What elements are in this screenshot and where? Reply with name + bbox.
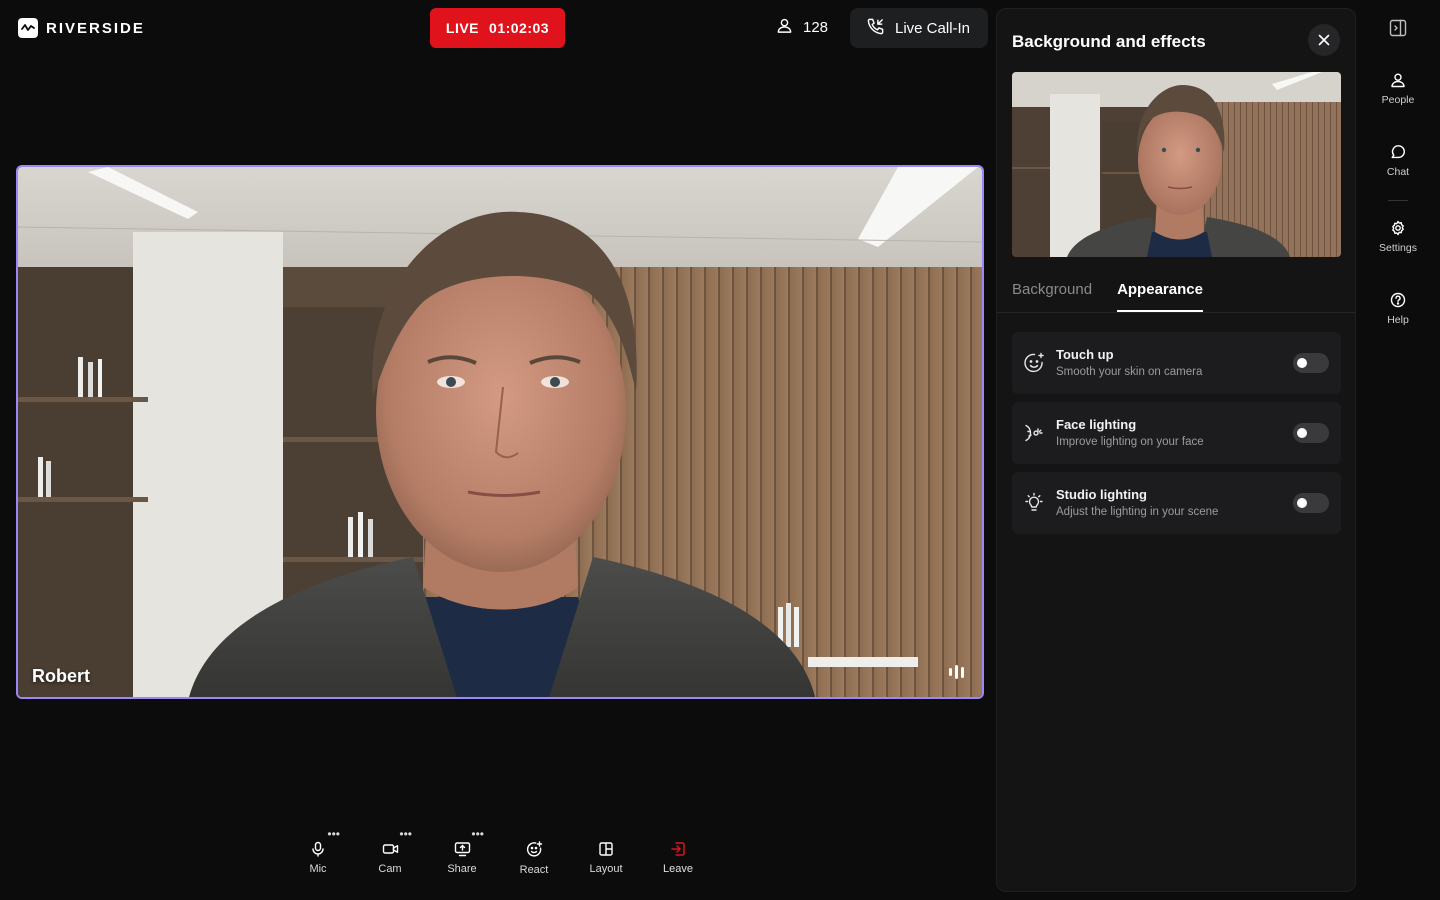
toggle-knob (1297, 498, 1307, 508)
rail-label-chat: Chat (1386, 166, 1410, 178)
rail-label-help: Help (1387, 314, 1409, 326)
emoji-react-icon (526, 840, 542, 857)
mic-icon (312, 841, 324, 857)
app-name: RIVERSIDE (46, 19, 145, 37)
layout-label: Layout (589, 863, 623, 875)
toggle-knob (1297, 358, 1307, 368)
chat-icon (1391, 145, 1405, 159)
touch-up-title: Touch up (1056, 347, 1114, 362)
people-icon (776, 17, 793, 38)
rail-item-people[interactable]: People (1370, 72, 1426, 106)
face-lighting-toggle[interactable] (1293, 423, 1329, 443)
collapse-panel-button[interactable] (1388, 18, 1408, 43)
live-status-badge: LIVE 01:02:03 (430, 8, 565, 48)
share-button[interactable]: ••• Share (426, 828, 498, 886)
phone-incoming-icon (866, 17, 885, 40)
react-button[interactable]: React (498, 830, 570, 886)
touch-up-option: Touch up Smooth your skin on camera (1012, 332, 1341, 394)
face-sparkle-icon (1024, 352, 1044, 373)
participant-name-label: Robert (32, 666, 90, 686)
call-in-label: Live Call-In (895, 19, 971, 37)
people-icon (1391, 73, 1405, 88)
share-options-icon[interactable]: ••• (471, 828, 484, 840)
help-icon (1390, 292, 1406, 308)
camera-icon (382, 844, 398, 854)
live-label: LIVE (445, 20, 480, 36)
close-icon (1318, 34, 1330, 46)
live-timer: 01:02:03 (489, 20, 550, 36)
face-lighting-title: Face lighting (1056, 417, 1137, 432)
rail-label-settings: Settings (1379, 242, 1417, 254)
touch-up-subtitle: Smooth your skin on camera (1056, 366, 1203, 378)
live-call-in-button[interactable]: Live Call-In (850, 8, 988, 48)
rail-divider (1388, 200, 1408, 201)
touch-up-toggle[interactable] (1293, 353, 1329, 373)
rail-item-help[interactable]: Help (1370, 292, 1426, 326)
share-label: Share (447, 863, 477, 875)
gear-icon (1392, 220, 1404, 236)
leave-button[interactable]: Leave (642, 830, 714, 886)
sidebar-toggle-icon (1389, 19, 1407, 37)
leave-label: Leave (663, 863, 693, 875)
audio-level-icon (949, 665, 964, 679)
logo-icon (18, 18, 38, 38)
screen-share-icon (454, 842, 470, 857)
mic-options-icon[interactable]: ••• (327, 828, 340, 840)
face-lighting-option: Face lighting Improve lighting on your f… (1012, 402, 1341, 464)
rail-item-chat[interactable]: Chat (1370, 144, 1426, 178)
mic-button[interactable]: ••• Mic (282, 828, 354, 886)
video-feed (18, 167, 982, 697)
layout-button[interactable]: Layout (570, 830, 642, 886)
cam-options-icon[interactable]: ••• (399, 828, 412, 840)
tab-background[interactable]: Background (1012, 281, 1092, 312)
mic-label: Mic (309, 863, 327, 875)
effects-tabs: Background Appearance (1012, 281, 1203, 312)
studio-lighting-option: Studio lighting Adjust the lighting in y… (1012, 472, 1341, 534)
viewer-count[interactable]: 128 (776, 17, 828, 38)
cam-label: Cam (378, 863, 402, 875)
rail-item-settings[interactable]: Settings (1370, 220, 1426, 254)
face-light-icon (1025, 424, 1043, 442)
studio-lighting-subtitle: Adjust the lighting in your scene (1056, 506, 1219, 518)
leave-icon (671, 842, 685, 856)
tab-appearance[interactable]: Appearance (1117, 281, 1203, 312)
face-lighting-subtitle: Improve lighting on your face (1056, 436, 1204, 448)
toggle-knob (1297, 428, 1307, 438)
app-logo: RIVERSIDE (18, 18, 145, 38)
studio-lighting-toggle[interactable] (1293, 493, 1329, 513)
cam-button[interactable]: ••• Cam (354, 828, 426, 886)
camera-preview (1012, 72, 1341, 257)
background-effects-panel: Background and effects Background Appear… (996, 8, 1356, 892)
layout-icon (599, 842, 613, 856)
panel-title: Background and effects (1012, 32, 1206, 51)
close-panel-button[interactable] (1308, 24, 1340, 56)
tabs-divider (997, 312, 1355, 313)
camera-preview-feed (1012, 72, 1341, 257)
studio-lighting-title: Studio lighting (1056, 487, 1147, 502)
participant-video-tile[interactable]: Robert (16, 165, 984, 699)
bulb-icon (1025, 492, 1043, 511)
call-controls-toolbar: ••• Mic ••• Cam ••• Share React Layout L… (282, 828, 714, 886)
viewer-count-value: 128 (803, 19, 829, 36)
rail-label-people: People (1381, 94, 1415, 106)
react-label: React (519, 863, 549, 876)
